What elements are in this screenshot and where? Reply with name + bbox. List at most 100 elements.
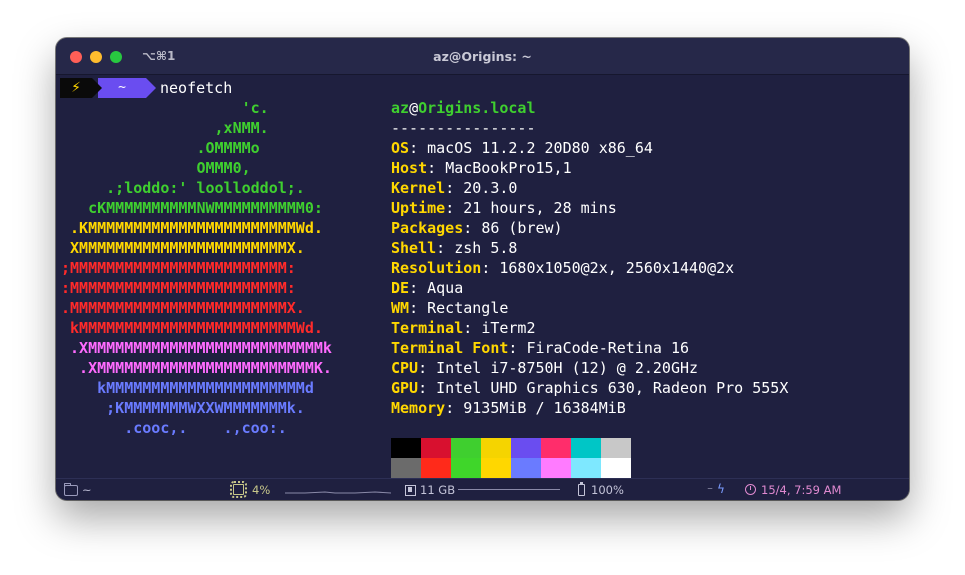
info-colon: : bbox=[427, 159, 446, 177]
info-value: 1680x1050@2x, 2560x1440@2x bbox=[499, 259, 735, 277]
logo-line: .MMMMMMMMMMMMMMMMMMMMMMMMX. bbox=[61, 299, 305, 317]
color-swatch bbox=[391, 458, 421, 478]
info-value: 20.3.0 bbox=[463, 179, 518, 197]
info-row: Terminal: iTerm2 bbox=[391, 318, 536, 338]
info-key: Packages bbox=[391, 219, 464, 237]
window-title: az@Origins: ~ bbox=[433, 49, 532, 64]
at-sign: @ bbox=[409, 99, 419, 117]
logo-line: .KMMMMMMMMMMMMMMMMMMMMMMMWd. bbox=[61, 219, 323, 237]
logo-line: kMMMMMMMMMMMMMMMMMMMMMMMMWd. bbox=[61, 319, 323, 337]
info-value: 86 (brew) bbox=[481, 219, 563, 237]
info-value: Rectangle bbox=[427, 299, 509, 317]
info-colon: : bbox=[436, 239, 455, 257]
prompt-directory: ~ bbox=[98, 78, 146, 98]
info-colon: : bbox=[409, 279, 428, 297]
user-host-line: az@Origins.local bbox=[391, 98, 536, 118]
status-bar: ~ 4% 11 GB 100% ⁻ ϟ 15/4, 7:59 AM bbox=[56, 478, 909, 500]
cpu-icon bbox=[230, 481, 247, 498]
battery-level: 100% bbox=[591, 483, 624, 497]
info-key: WM bbox=[391, 299, 410, 317]
info-row: WM: Rectangle bbox=[391, 298, 508, 318]
info-value: Intel i7-8750H (12) @ 2.20GHz bbox=[436, 359, 699, 377]
info-key: Resolution bbox=[391, 259, 482, 277]
folder-icon bbox=[64, 483, 78, 496]
info-key: OS bbox=[391, 139, 410, 157]
info-row: Resolution: 1680x1050@2x, 2560x1440@2x bbox=[391, 258, 734, 278]
info-colon: : bbox=[445, 179, 464, 197]
info-colon: : bbox=[445, 199, 464, 217]
logo-line: ;MMMMMMMMMMMMMMMMMMMMMMMM: bbox=[61, 259, 296, 277]
info-value: MacBookPro15,1 bbox=[445, 159, 572, 177]
logo-line: ,xNMM. bbox=[61, 119, 269, 137]
info-row: Packages: 86 (brew) bbox=[391, 218, 563, 238]
info-value: macOS 11.2.2 20D80 x86_64 bbox=[427, 139, 653, 157]
logo-line: :MMMMMMMMMMMMMMMMMMMMMMMM: bbox=[61, 279, 296, 297]
hostname: Origins.local bbox=[418, 99, 536, 117]
logo-line: XMMMMMMMMMMMMMMMMMMMMMMMX. bbox=[61, 239, 305, 257]
info-value: Aqua bbox=[427, 279, 464, 297]
info-colon: : bbox=[409, 139, 428, 157]
info-row: DE: Aqua bbox=[391, 278, 463, 298]
color-swatch bbox=[451, 458, 481, 478]
info-key: Shell bbox=[391, 239, 437, 257]
info-row: Uptime: 21 hours, 28 mins bbox=[391, 198, 617, 218]
color-swatch bbox=[481, 438, 511, 458]
color-swatch bbox=[511, 458, 541, 478]
title-bar: ⌥⌘1 az@Origins: ~ bbox=[56, 38, 909, 75]
logo-line: cKMMMMMMMMMMNWMMMMMMMMMM0: bbox=[61, 199, 323, 217]
typed-command[interactable]: neofetch bbox=[160, 78, 232, 98]
memory-usage: 11 GB bbox=[420, 483, 456, 497]
info-row: CPU: Intel i7-8750H (12) @ 2.20GHz bbox=[391, 358, 698, 378]
battery-icon bbox=[578, 482, 585, 496]
cpu-sparkline bbox=[285, 491, 391, 494]
info-key: Memory bbox=[391, 399, 446, 417]
power-indicator: ⁻ bbox=[707, 483, 714, 497]
color-swatch bbox=[541, 458, 571, 478]
info-key: Host bbox=[391, 159, 428, 177]
info-colon: : bbox=[409, 299, 428, 317]
color-swatch bbox=[571, 458, 601, 478]
logo-line: 'c. bbox=[61, 99, 269, 117]
info-colon: : bbox=[508, 339, 527, 357]
info-value: 21 hours, 28 mins bbox=[463, 199, 617, 217]
info-colon: : bbox=[481, 259, 500, 277]
separator-line: ---------------- bbox=[391, 119, 536, 137]
color-swatch bbox=[541, 438, 571, 458]
info-colon: : bbox=[418, 359, 437, 377]
info-row: GPU: Intel UHD Graphics 630, Radeon Pro … bbox=[391, 378, 788, 398]
color-swatch bbox=[481, 458, 511, 478]
status-directory[interactable]: ~ bbox=[82, 483, 92, 497]
info-key: Kernel bbox=[391, 179, 446, 197]
logo-line: ;KMMMMMMMWXXWMMMMMMMk. bbox=[61, 399, 305, 417]
info-row: Terminal Font: FiraCode-Retina 16 bbox=[391, 338, 689, 358]
logo-line: .cooc,. .,coo:. bbox=[61, 419, 287, 437]
info-colon: : bbox=[463, 319, 482, 337]
info-key: DE bbox=[391, 279, 410, 297]
info-key: Terminal Font bbox=[391, 339, 509, 357]
logo-line: .OMMMMo bbox=[61, 139, 260, 157]
prompt-arrow bbox=[92, 78, 102, 98]
memory-icon bbox=[405, 485, 416, 496]
bolt-icon: ⚡ bbox=[60, 78, 92, 98]
color-swatch bbox=[421, 438, 451, 458]
username: az bbox=[391, 99, 410, 117]
info-value: 9135MiB / 16384MiB bbox=[463, 399, 626, 417]
clock-icon bbox=[745, 484, 756, 495]
terminal-window: ⌥⌘1 az@Origins: ~ ⚡ ~ neofetch 'c. ,xNMM… bbox=[56, 38, 909, 500]
info-value: FiraCode-Retina 16 bbox=[526, 339, 690, 357]
info-key: GPU bbox=[391, 379, 419, 397]
info-row: Memory: 9135MiB / 16384MiB bbox=[391, 398, 626, 418]
info-row: Host: MacBookPro15,1 bbox=[391, 158, 572, 178]
color-swatch bbox=[601, 458, 631, 478]
info-key: Terminal bbox=[391, 319, 464, 337]
info-row: Kernel: 20.3.0 bbox=[391, 178, 517, 198]
color-swatch bbox=[421, 458, 451, 478]
info-row: Shell: zsh 5.8 bbox=[391, 238, 517, 258]
info-row: OS: macOS 11.2.2 20D80 x86_64 bbox=[391, 138, 653, 158]
prompt-arrow bbox=[146, 78, 156, 98]
info-colon: : bbox=[445, 399, 464, 417]
info-colon: : bbox=[418, 379, 437, 397]
info-colon: : bbox=[463, 219, 482, 237]
charging-icon: ϟ bbox=[717, 482, 725, 496]
color-swatch bbox=[511, 438, 541, 458]
